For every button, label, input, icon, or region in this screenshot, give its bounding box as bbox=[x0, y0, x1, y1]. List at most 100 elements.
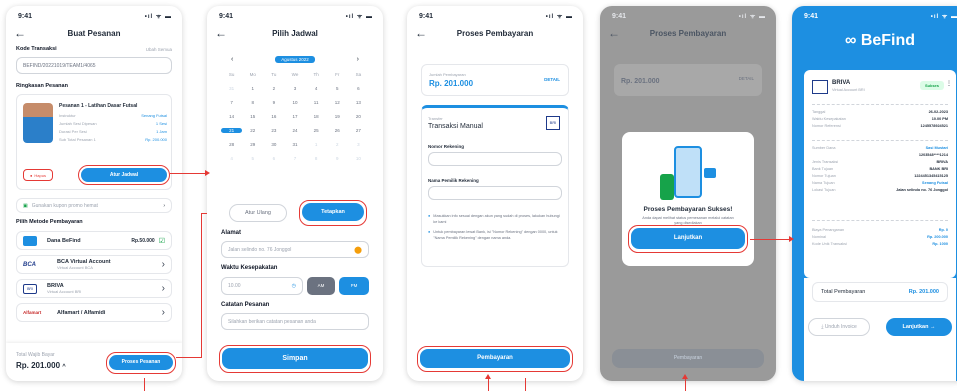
tetapkan-button[interactable]: Tetapkan bbox=[302, 203, 364, 221]
status-icons: •ıl ᯤ ▬ bbox=[545, 14, 573, 20]
calendar-day[interactable]: 25 bbox=[306, 128, 327, 133]
receipt-row: Kode Unik Transaksi Rp. 1000 bbox=[812, 242, 948, 246]
catatan-field[interactable]: Silahkan berikan catatan pesanan anda bbox=[221, 313, 369, 330]
kupon-field[interactable]: ▣ Gunakan kupon promo hemat › bbox=[16, 198, 172, 213]
receipt-row: Nomor Referensi 1245578924521 bbox=[812, 124, 948, 128]
detail-key: Jumlah Sesi Dipesan bbox=[59, 121, 97, 126]
calendar-day[interactable]: 20 bbox=[348, 114, 369, 119]
calendar-day[interactable]: 24 bbox=[284, 128, 305, 133]
calendar-day[interactable]: 19 bbox=[327, 114, 348, 119]
calendar-day[interactable]: 29 bbox=[242, 142, 263, 147]
simpan-button[interactable]: Simpan bbox=[222, 348, 368, 369]
bri-logo: BRI bbox=[23, 283, 37, 294]
calendar: Su Mo Tu We Th Fr Sa 31 1 2 3 4 5 6 7 8 9 10 11 12 13 14 15 16 1… bbox=[221, 72, 369, 161]
transfer-value: Transaksi Manual bbox=[428, 123, 483, 130]
kupon-label: Gunakan kupon promo hemat bbox=[31, 202, 98, 209]
back-arrow-icon[interactable]: ← bbox=[215, 26, 229, 40]
alamat-field[interactable]: Jalan selindo no. 76 Jonggol ⬤ bbox=[221, 241, 369, 258]
calendar-day[interactable]: 1 bbox=[242, 86, 263, 91]
pembayaran-button-dimmed: Pembayaran bbox=[612, 349, 764, 368]
chevron-left-icon[interactable]: ‹ bbox=[231, 56, 233, 63]
calendar-day[interactable]: 12 bbox=[327, 100, 348, 105]
receipt-key: Waktu Kesepakatan bbox=[812, 117, 846, 121]
chevron-up-icon[interactable]: ^ bbox=[62, 364, 66, 370]
atur-ulang-button[interactable]: Atur Ulang bbox=[229, 204, 287, 222]
calendar-day[interactable]: 31 bbox=[221, 86, 242, 91]
receipt-key: Tanggal bbox=[812, 110, 826, 114]
calendar-day[interactable]: 21 bbox=[221, 128, 243, 133]
calendar-day[interactable]: 27 bbox=[348, 128, 369, 133]
back-arrow-icon[interactable]: ← bbox=[14, 26, 28, 40]
back-arrow-icon[interactable]: ← bbox=[415, 26, 429, 40]
calendar-day[interactable]: 15 bbox=[242, 114, 263, 119]
header: ← Buat Pesanan bbox=[6, 20, 182, 46]
calendar-day[interactable]: 14 bbox=[221, 114, 242, 119]
calendar-day[interactable]: 5 bbox=[327, 86, 348, 91]
calendar-day[interactable]: 5 bbox=[242, 156, 263, 161]
ubah-semua-link[interactable]: Ubah Semua bbox=[146, 47, 172, 52]
receipt-value: Sasi Mustari bbox=[925, 146, 948, 150]
pembayaran-button[interactable]: Pembayaran bbox=[420, 349, 570, 368]
method-dana[interactable]: Dana BeFind Rp.50.000 ☑ bbox=[16, 231, 172, 250]
calendar-day[interactable]: 26 bbox=[327, 128, 348, 133]
receipt-section-1: Tanggal 26-02-2023 Waktu Kesepakatan 10.00 … bbox=[812, 110, 948, 131]
calendar-day[interactable]: 6 bbox=[263, 156, 284, 161]
detail-value: 1 Sesi bbox=[155, 121, 167, 126]
receipt-card: BRIVA Virtual Account BRI Sukses ⋮ Tangg… bbox=[804, 70, 956, 278]
calendar-day[interactable]: 7 bbox=[284, 156, 305, 161]
pm-toggle[interactable]: PM bbox=[339, 277, 369, 295]
lanjutkan-button[interactable]: Lanjutkan bbox=[631, 228, 745, 249]
calendar-day[interactable]: 10 bbox=[348, 156, 369, 161]
calendar-day[interactable]: 8 bbox=[306, 156, 327, 161]
hapus-button[interactable]: ● Hapus bbox=[23, 169, 53, 181]
chevron-right-icon[interactable]: › bbox=[357, 56, 359, 63]
method-alfamart[interactable]: Alfamart Alfamart / Alfamidi › bbox=[16, 303, 172, 322]
receipt-key: Nominal bbox=[812, 235, 826, 239]
calendar-day[interactable]: 3 bbox=[284, 86, 305, 91]
calendar-day[interactable]: 11 bbox=[306, 100, 327, 105]
befind-logo-icon: ∞ bbox=[844, 32, 857, 49]
method-bca[interactable]: BCA BCA Virtual Account Virtual Account B… bbox=[16, 255, 172, 274]
calendar-day[interactable]: 17 bbox=[284, 114, 305, 119]
unduh-invoice-button[interactable]: ⤓ Unduh Invoice bbox=[808, 318, 870, 336]
calendar-day[interactable]: 8 bbox=[242, 100, 263, 105]
receipt-value: 26-02-2023 bbox=[928, 110, 948, 114]
calendar-day[interactable]: 2 bbox=[327, 142, 348, 147]
calendar-day[interactable]: 30 bbox=[263, 142, 284, 147]
calendar-day[interactable]: 9 bbox=[263, 100, 284, 105]
detail-link[interactable]: DETAIL bbox=[544, 77, 560, 82]
proses-pesanan-button[interactable]: Proses Pesanan bbox=[109, 355, 173, 370]
calendar-day[interactable]: 9 bbox=[327, 156, 348, 161]
method-briva[interactable]: BRI BRIVA Virtual Account BRI › bbox=[16, 279, 172, 298]
detail-key: Sub Total Pesanan 1 bbox=[59, 137, 96, 142]
calendar-day[interactable]: 22 bbox=[242, 128, 263, 133]
calendar-day[interactable]: 18 bbox=[306, 114, 327, 119]
note-item: ● Masukkan info sesuai dengan akun yang s… bbox=[428, 214, 562, 225]
am-toggle[interactable]: AM bbox=[307, 277, 335, 295]
calendar-day[interactable]: 10 bbox=[284, 100, 305, 105]
calendar-day[interactable]: 31 bbox=[284, 142, 305, 147]
atur-jadwal-button[interactable]: Atur Jadwal bbox=[81, 168, 167, 182]
calendar-day[interactable]: 7 bbox=[221, 100, 242, 105]
calendar-day[interactable]: 4 bbox=[306, 86, 327, 91]
pemilik-input[interactable] bbox=[428, 186, 562, 200]
back-arrow-icon[interactable]: ← bbox=[608, 26, 622, 40]
calendar-day[interactable]: 28 bbox=[221, 142, 242, 147]
rekening-input[interactable] bbox=[428, 152, 562, 166]
more-vertical-icon[interactable]: ⋮ bbox=[946, 80, 952, 87]
lanjutkan-invoice-button[interactable]: Lanjutkan → bbox=[886, 318, 952, 336]
status-icons: •ıl ᯤ ▬ bbox=[738, 14, 766, 20]
calendar-day[interactable]: 4 bbox=[221, 156, 242, 161]
calendar-day[interactable]: 6 bbox=[348, 86, 369, 91]
calendar-day[interactable]: 13 bbox=[348, 100, 369, 105]
calendar-day[interactable]: 1 bbox=[306, 142, 327, 147]
waktu-field[interactable]: 10.00 ◷ bbox=[221, 277, 303, 295]
month-label[interactable]: Agustus 2022 bbox=[275, 56, 315, 63]
transfer-label: Transfer bbox=[428, 116, 443, 121]
kode-field[interactable]: BEFIND/20221019/TEAM1/4065 bbox=[16, 57, 172, 74]
calendar-day[interactable]: 16 bbox=[263, 114, 284, 119]
calendar-day[interactable]: 3 bbox=[348, 142, 369, 147]
calendar-day[interactable]: 23 bbox=[263, 128, 284, 133]
calendar-day[interactable]: 2 bbox=[263, 86, 284, 91]
receipt-value: 1203548****1214 bbox=[918, 153, 948, 157]
